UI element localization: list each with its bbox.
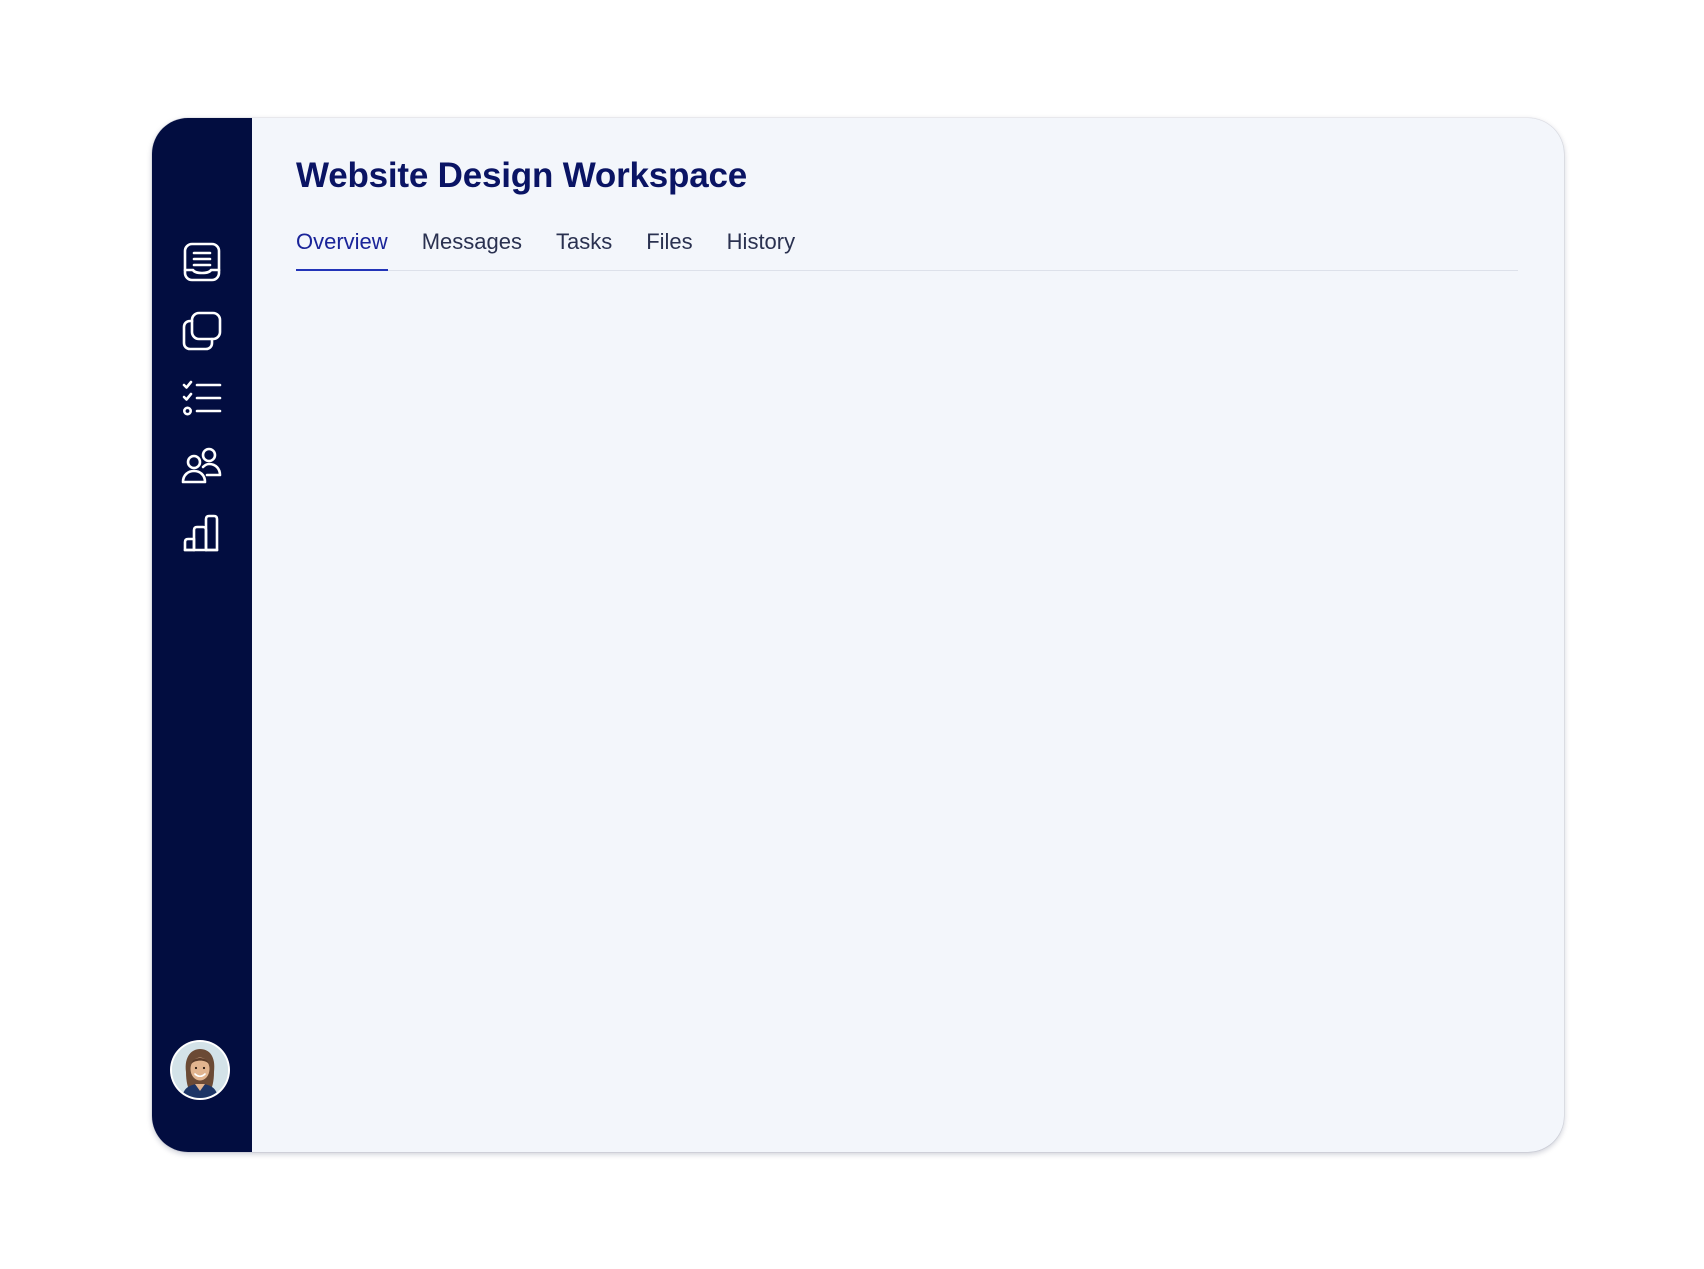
- sidebar-item-reports[interactable]: [179, 510, 225, 556]
- bar-chart-icon: [183, 514, 219, 552]
- tab-overview[interactable]: Overview: [296, 228, 388, 271]
- tab-tasks[interactable]: Tasks: [556, 228, 612, 270]
- sidebar-item-documents[interactable]: [179, 239, 225, 285]
- user-avatar-icon: [172, 1042, 228, 1098]
- tab-bar: Overview Messages Tasks Files History: [296, 228, 1518, 271]
- checklist-icon: [182, 380, 222, 416]
- sidebar-item-windows[interactable]: [179, 308, 225, 354]
- avatar[interactable]: [172, 1042, 228, 1098]
- overview-content-area: [296, 288, 1520, 1112]
- sidebar-item-team[interactable]: [179, 443, 225, 489]
- tab-messages[interactable]: Messages: [422, 228, 522, 270]
- main-panel: Website Design Workspace Overview Messag…: [252, 118, 1564, 1152]
- tab-history[interactable]: History: [727, 228, 795, 270]
- sidebar-item-tasks[interactable]: [179, 376, 225, 422]
- tab-files[interactable]: Files: [646, 228, 692, 270]
- sidebar: [152, 118, 252, 1152]
- app-window: Website Design Workspace Overview Messag…: [152, 118, 1564, 1152]
- inbox-document-icon: [183, 242, 221, 282]
- page-title: Website Design Workspace: [296, 156, 748, 195]
- users-icon: [181, 447, 222, 484]
- stacked-windows-icon: [182, 311, 222, 351]
